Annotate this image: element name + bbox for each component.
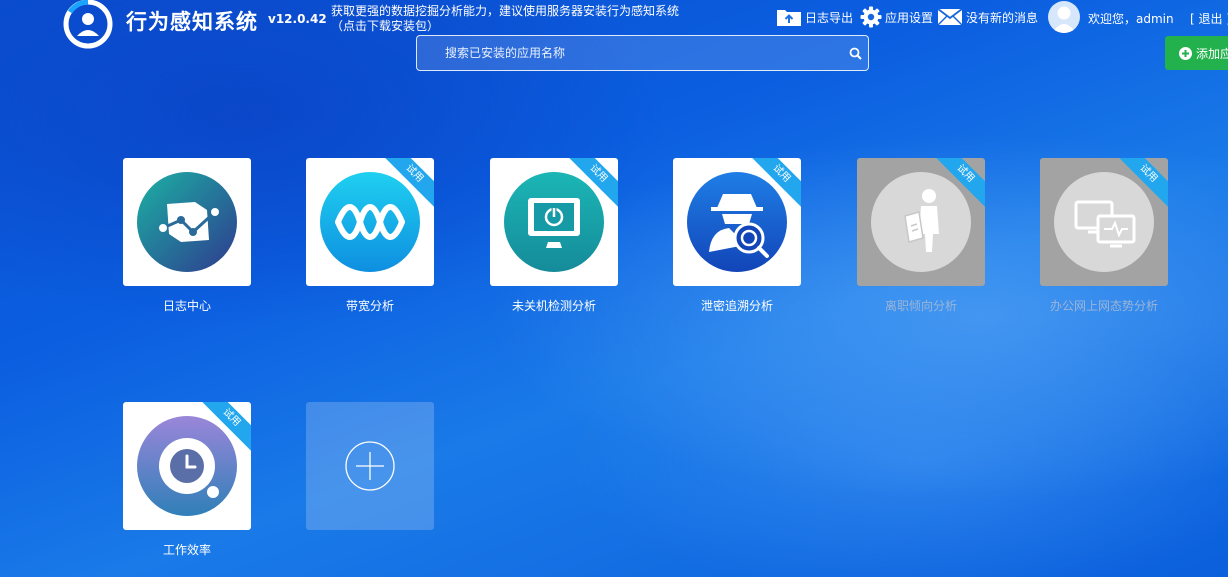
download-promo[interactable]: 获取更强的数据挖掘分析能力，建议使用服务器安装行为感知系统 （点击下载安装包） [331, 4, 679, 34]
bandwidth-wave-icon [320, 172, 420, 272]
app-label-resignation[interactable]: 离职倾向分析 [841, 297, 1001, 314]
network-monitors-icon [1054, 172, 1154, 272]
log-center-icon [137, 172, 237, 272]
app-tile-leak-trace[interactable]: 试用 [673, 158, 801, 286]
search-input[interactable] [445, 36, 845, 70]
app-label-power-monitor[interactable]: 未关机检测分析 [474, 297, 634, 314]
add-app-label: 添加应用 [1196, 45, 1228, 62]
app-label-bandwidth[interactable]: 带宽分析 [290, 297, 450, 314]
app-tile-resignation[interactable]: 试用 [857, 158, 985, 286]
folder-upload-icon [776, 7, 802, 27]
app-version: v12.0.42 [268, 12, 327, 26]
download-link[interactable]: （点击下载安装包） [331, 19, 679, 34]
messages-label: 没有新的消息 [966, 9, 1038, 26]
add-app-tile[interactable] [306, 402, 434, 530]
app-tile-bandwidth[interactable]: 试用 [306, 158, 434, 286]
app-tile-network-status[interactable]: 试用 [1040, 158, 1168, 286]
plus-circle-icon [345, 441, 395, 491]
messages-button[interactable]: 没有新的消息 [937, 6, 1038, 28]
app-label-leak-trace[interactable]: 泄密追溯分析 [657, 297, 817, 314]
plus-circle-icon [1179, 47, 1192, 60]
promo-text: 获取更强的数据挖掘分析能力，建议使用服务器安装行为感知系统 [331, 4, 679, 19]
add-app-button[interactable]: 添加应用 [1165, 36, 1228, 70]
app-label-log-center[interactable]: 日志中心 [107, 297, 267, 314]
app-tile-power-monitor[interactable]: 试用 [490, 158, 618, 286]
spy-trace-icon [687, 172, 787, 272]
clock-efficiency-icon [137, 416, 237, 516]
app-tile-work-efficiency[interactable]: 试用 [123, 402, 251, 530]
user-avatar-icon [1048, 1, 1080, 33]
app-label-work-efficiency[interactable]: 工作效率 [107, 541, 267, 558]
search-icon[interactable] [849, 47, 862, 60]
welcome-text: 欢迎您，admin [1088, 10, 1174, 27]
search-box [416, 35, 869, 71]
export-log-button[interactable]: 日志导出 [776, 6, 853, 28]
app-title: 行为感知系统 [126, 6, 258, 36]
gear-icon [860, 6, 882, 28]
app-label-network-status[interactable]: 办公网上网态势分析 [1024, 297, 1184, 314]
settings-button[interactable]: 应用设置 [860, 6, 933, 28]
envelope-icon [937, 8, 963, 26]
export-log-label: 日志导出 [805, 9, 853, 26]
settings-label: 应用设置 [885, 9, 933, 26]
resignation-person-icon [871, 172, 971, 272]
app-tile-log-center[interactable] [123, 158, 251, 286]
power-monitor-icon [504, 172, 604, 272]
logout-link[interactable]: [ 退出 ] [1190, 10, 1228, 27]
app-logo-icon [60, 0, 116, 50]
avatar[interactable] [1048, 1, 1080, 33]
